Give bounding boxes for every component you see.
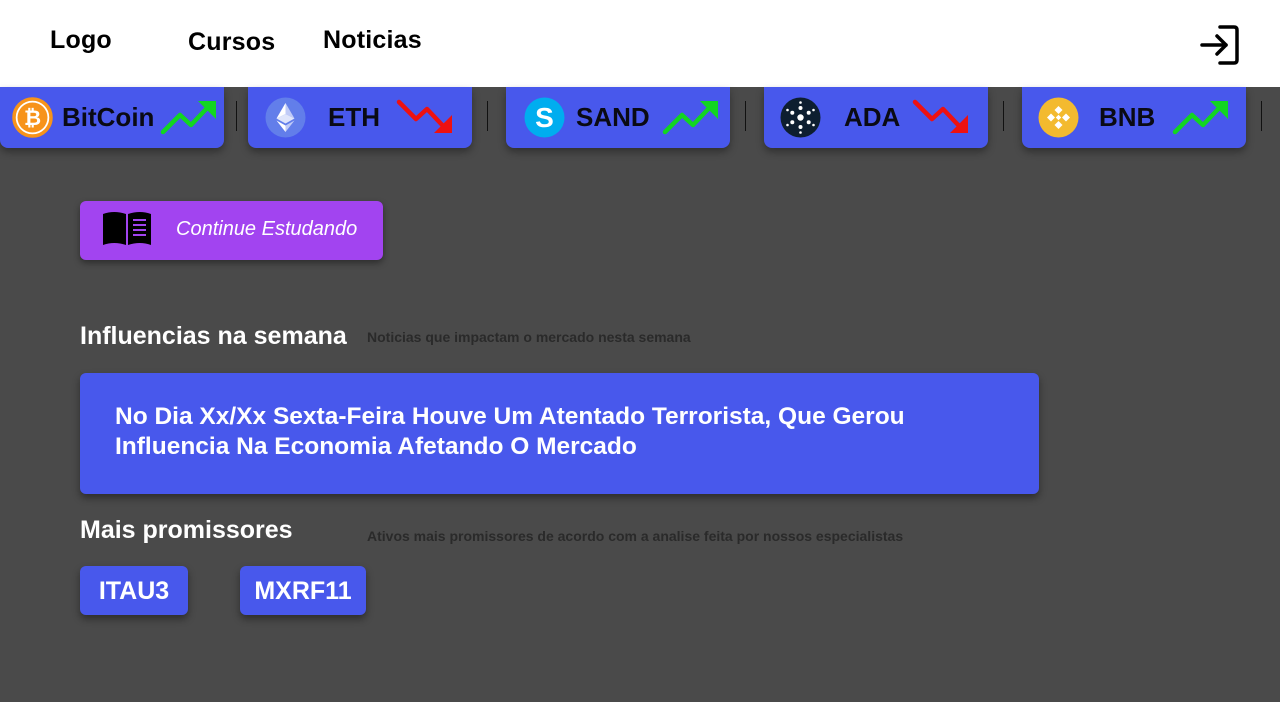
- svg-text:S: S: [535, 102, 554, 133]
- binance-icon: [1038, 97, 1079, 138]
- trend-down-icon: [912, 99, 968, 133]
- ticker-name: BitCoin: [62, 102, 155, 132]
- ticker-card-bnb[interactable]: BNB: [1022, 87, 1246, 148]
- asset-button-mxrf11[interactable]: MXRF11: [240, 566, 366, 615]
- influences-subtitle: Noticias que impactam o mercado nesta se…: [367, 329, 691, 345]
- ticker-separator: [1261, 101, 1262, 131]
- trend-up-icon: [160, 101, 216, 135]
- asset-button-itau3[interactable]: ITAU3: [80, 566, 188, 615]
- nav-link-cursos[interactable]: Cursos: [188, 28, 275, 57]
- ticker-name: BNB: [1099, 102, 1156, 132]
- top-navbar: Logo Cursos Noticias: [0, 0, 1280, 87]
- ticker-separator: [745, 101, 746, 131]
- book-icon: [103, 212, 151, 245]
- ticker-card-ada[interactable]: ADA: [764, 87, 988, 148]
- continue-studying-button[interactable]: Continue Estudando: [80, 201, 383, 260]
- ticker-card-bitcoin[interactable]: ₿ BitCoin: [0, 87, 224, 148]
- nav-logo[interactable]: Logo: [50, 26, 112, 55]
- ticker-separator: [236, 101, 237, 131]
- svg-text:₿: ₿: [24, 107, 41, 130]
- news-card[interactable]: No Dia Xx/Xx Sexta-Feira Houve Um Atenta…: [80, 373, 1039, 494]
- login-icon[interactable]: [1196, 22, 1242, 68]
- trend-up-icon: [662, 101, 718, 135]
- trend-up-icon: [1172, 101, 1228, 135]
- promising-title: Mais promissores: [80, 516, 293, 544]
- sandbox-icon: S: [524, 97, 565, 138]
- ticker-name: ETH: [328, 102, 380, 132]
- cardano-icon: [780, 97, 821, 138]
- ticker-separator: [487, 101, 488, 131]
- bitcoin-icon: ₿: [12, 97, 53, 138]
- influences-title: Influencias na semana: [80, 322, 347, 350]
- trend-down-icon: [396, 99, 452, 133]
- ticker-name: SAND: [576, 102, 650, 132]
- ticker-card-sand[interactable]: S SAND: [506, 87, 730, 148]
- nav-link-noticias[interactable]: Noticias: [323, 26, 422, 55]
- news-headline: No Dia Xx/Xx Sexta-Feira Houve Um Atenta…: [115, 403, 905, 460]
- ethereum-icon: [265, 97, 306, 138]
- continue-studying-label: Continue Estudando: [176, 218, 358, 240]
- promising-subtitle: Ativos mais promissores de acordo com a …: [367, 528, 904, 544]
- ticker-name: ADA: [844, 102, 901, 132]
- ticker-card-eth[interactable]: ETH: [248, 87, 472, 148]
- ticker-separator: [1003, 101, 1004, 131]
